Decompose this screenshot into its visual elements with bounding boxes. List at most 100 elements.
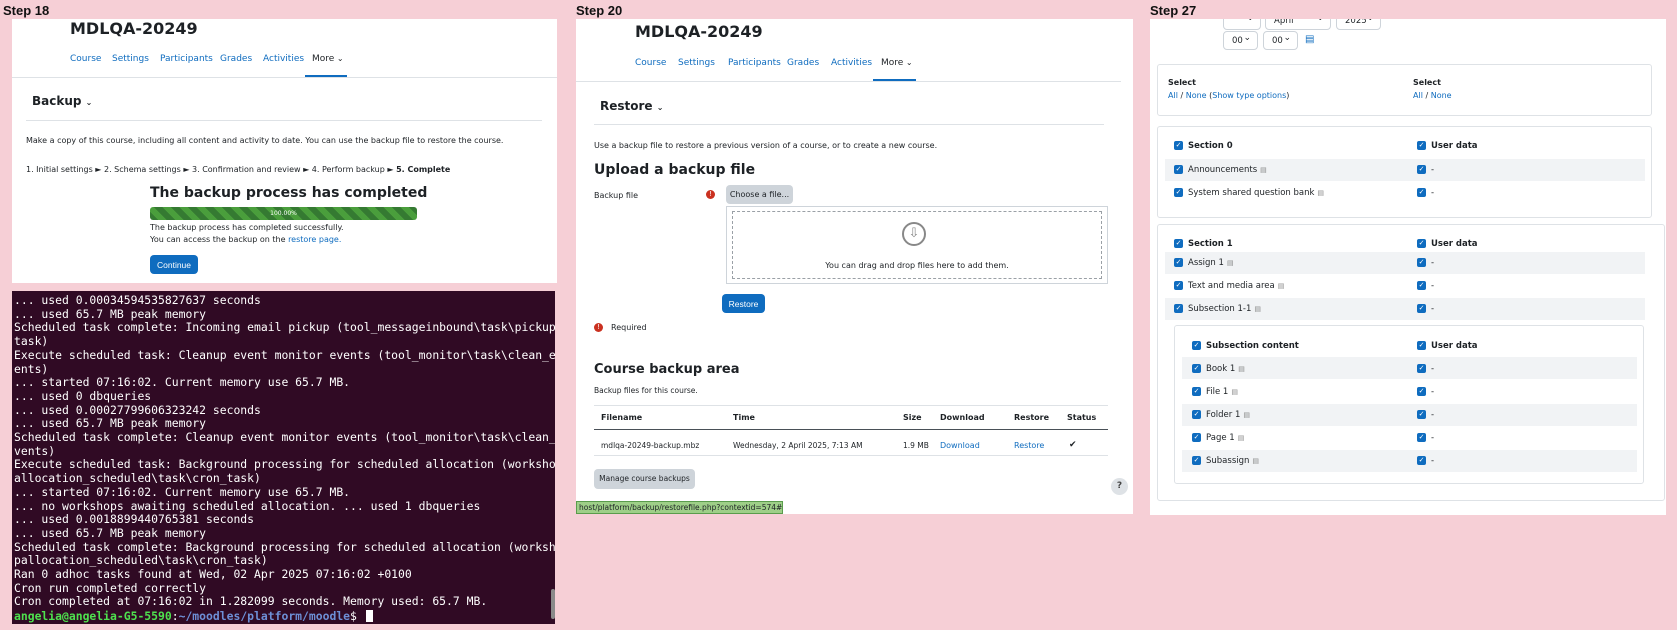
section-0-userdata-checkbox[interactable]: ✓ [1417, 141, 1426, 150]
upload-heading: Upload a backup file [594, 162, 756, 178]
download-link[interactable]: Download [940, 441, 980, 450]
section-1-checkbox[interactable]: ✓ [1174, 239, 1183, 248]
th-filename: Filename [601, 413, 643, 422]
subassign-checkbox[interactable]: ✓ [1192, 456, 1201, 465]
subsection-1-1-userdata-checkbox[interactable]: ✓ [1417, 304, 1426, 313]
required-text: Required [611, 323, 647, 332]
terminal-line: vents) [14, 443, 56, 458]
forum-icon: ▤ [1260, 166, 1267, 174]
terminal-window[interactable]: ... used 0.00034594535827637 seconds... … [12, 291, 555, 624]
subsection-content-userdata-checkbox[interactable]: ✓ [1417, 341, 1426, 350]
text-media-userdata-value: - [1431, 281, 1435, 291]
terminal-line: ... no workshops awaiting scheduled allo… [14, 498, 481, 513]
announcements-userdata-checkbox[interactable]: ✓ [1417, 165, 1426, 174]
subsection-1-1-checkbox[interactable]: ✓ [1174, 304, 1183, 313]
subassign-userdata-checkbox[interactable]: ✓ [1417, 456, 1426, 465]
nav-divider [12, 77, 557, 78]
file-drop-area[interactable]: ⇩ You can drag and drop files here to ad… [726, 206, 1108, 284]
section-0-checkbox[interactable]: ✓ [1174, 141, 1183, 150]
page-heading[interactable]: Backup ⌄ [32, 94, 92, 108]
cursor [365, 610, 373, 622]
nav-settings[interactable]: Settings [112, 54, 149, 64]
select-all-link[interactable]: All [1168, 91, 1178, 100]
th-status: Status [1067, 413, 1097, 422]
announcements-userdata-value: - [1431, 165, 1435, 175]
page-1-userdata-checkbox[interactable]: ✓ [1417, 433, 1426, 442]
calendar-icon[interactable]: ▤ [1305, 34, 1314, 45]
section-1-userdata-checkbox[interactable]: ✓ [1417, 239, 1426, 248]
nav-activities[interactable]: Activities [831, 58, 872, 68]
show-type-options-link[interactable]: Show type options [1212, 91, 1286, 100]
announcements-checkbox[interactable]: ✓ [1174, 165, 1183, 174]
row-stripe [1165, 252, 1645, 274]
announcements-label: Announcements ▤ [1188, 165, 1267, 175]
month-select[interactable]: April [1265, 19, 1331, 30]
select-label-userdata: Select [1413, 78, 1441, 87]
text-media-userdata-checkbox[interactable]: ✓ [1417, 281, 1426, 290]
heading-divider [594, 124, 1104, 125]
text-media-label: Text and media area ▤ [1188, 281, 1285, 291]
nav-grades[interactable]: Grades [787, 58, 819, 68]
page-1-checkbox[interactable]: ✓ [1192, 433, 1201, 442]
restore-link[interactable]: Restore [1014, 441, 1044, 450]
file-1-label: File 1 ▤ [1206, 387, 1238, 397]
minute-select[interactable]: 00 [1263, 29, 1298, 50]
restore-page-link[interactable]: restore page. [288, 235, 341, 244]
terminal-line: ... used 65.7 MB peak memory [14, 306, 207, 321]
nav-more[interactable]: More [881, 58, 913, 68]
assign-1-userdata-checkbox[interactable]: ✓ [1417, 258, 1426, 267]
select-all-userdata-link[interactable]: All [1413, 91, 1423, 100]
terminal-line: Execute scheduled task: Cleanup event mo… [14, 347, 555, 362]
terminal-line: ... used 0 dbqueries [14, 388, 152, 403]
manage-backups-button[interactable]: Manage course backups [594, 469, 695, 489]
folder-1-userdata-checkbox[interactable]: ✓ [1417, 410, 1426, 419]
terminal-line: Scheduled task complete: Cleanup event m… [14, 430, 555, 444]
select-none-link[interactable]: None [1186, 91, 1207, 100]
book-1-checkbox[interactable]: ✓ [1192, 364, 1201, 373]
day-select[interactable] [1223, 19, 1261, 30]
restore-settings-panel: April 2025 00 00 ▤ Select All / None (Sh… [1150, 19, 1666, 515]
nav-course[interactable]: Course [635, 58, 666, 68]
continue-button[interactable]: Continue [150, 255, 198, 274]
backup-description: Make a copy of this course, including al… [26, 136, 504, 145]
folder-1-label: Folder 1 ▤ [1206, 410, 1251, 420]
terminal-prompt[interactable]: angelia@angelia-G5-5590:~/moodles/platfo… [14, 609, 373, 623]
success-message: The backup process has completed success… [150, 223, 344, 232]
nav-activities[interactable]: Activities [263, 54, 304, 64]
hour-select[interactable]: 00 [1223, 29, 1258, 50]
file-1-userdata-checkbox[interactable]: ✓ [1417, 387, 1426, 396]
page-heading[interactable]: Restore ⌄ [600, 99, 663, 113]
nav-participants[interactable]: Participants [160, 54, 213, 64]
page-icon: ▤ [1237, 434, 1245, 442]
subsection-content-checkbox[interactable]: ✓ [1192, 341, 1201, 350]
nav-settings[interactable]: Settings [678, 58, 715, 68]
nav-participants[interactable]: Participants [728, 58, 781, 68]
progress-fill: 100.00% [150, 207, 417, 220]
question-bank-userdata-checkbox[interactable]: ✓ [1417, 188, 1426, 197]
terminal-line: ... used 65.7 MB peak memory [14, 416, 207, 431]
backup-area-description: Backup files for this course. [594, 386, 698, 395]
folder-1-checkbox[interactable]: ✓ [1192, 410, 1201, 419]
book-1-userdata-checkbox[interactable]: ✓ [1417, 364, 1426, 373]
course-title: MDLQA-20249 [635, 22, 763, 41]
assign-1-checkbox[interactable]: ✓ [1174, 258, 1183, 267]
nav-grades[interactable]: Grades [220, 54, 252, 64]
select-label: Select [1168, 78, 1196, 87]
select-none-userdata-link[interactable]: None [1431, 91, 1452, 100]
nav-course[interactable]: Course [70, 54, 101, 64]
year-select[interactable]: 2025 [1336, 19, 1381, 30]
choose-file-button[interactable]: Choose a file... [726, 185, 793, 204]
terminal-scrollbar[interactable] [551, 589, 555, 619]
section-0-title: Section 0 [1188, 141, 1233, 151]
heading-divider [26, 120, 542, 121]
help-button[interactable]: ? [1111, 478, 1128, 495]
folder-icon: ▤ [1243, 411, 1251, 419]
file-1-checkbox[interactable]: ✓ [1192, 387, 1201, 396]
restore-submit-button[interactable]: Restore [722, 294, 765, 313]
question-bank-checkbox[interactable]: ✓ [1174, 188, 1183, 197]
backup-progress-bar: 100.00% [150, 207, 417, 220]
nav-more[interactable]: More [312, 54, 344, 64]
backup-area-heading: Course backup area [594, 362, 740, 377]
text-media-checkbox[interactable]: ✓ [1174, 281, 1183, 290]
section-1-userdata-label: User data [1431, 239, 1478, 249]
